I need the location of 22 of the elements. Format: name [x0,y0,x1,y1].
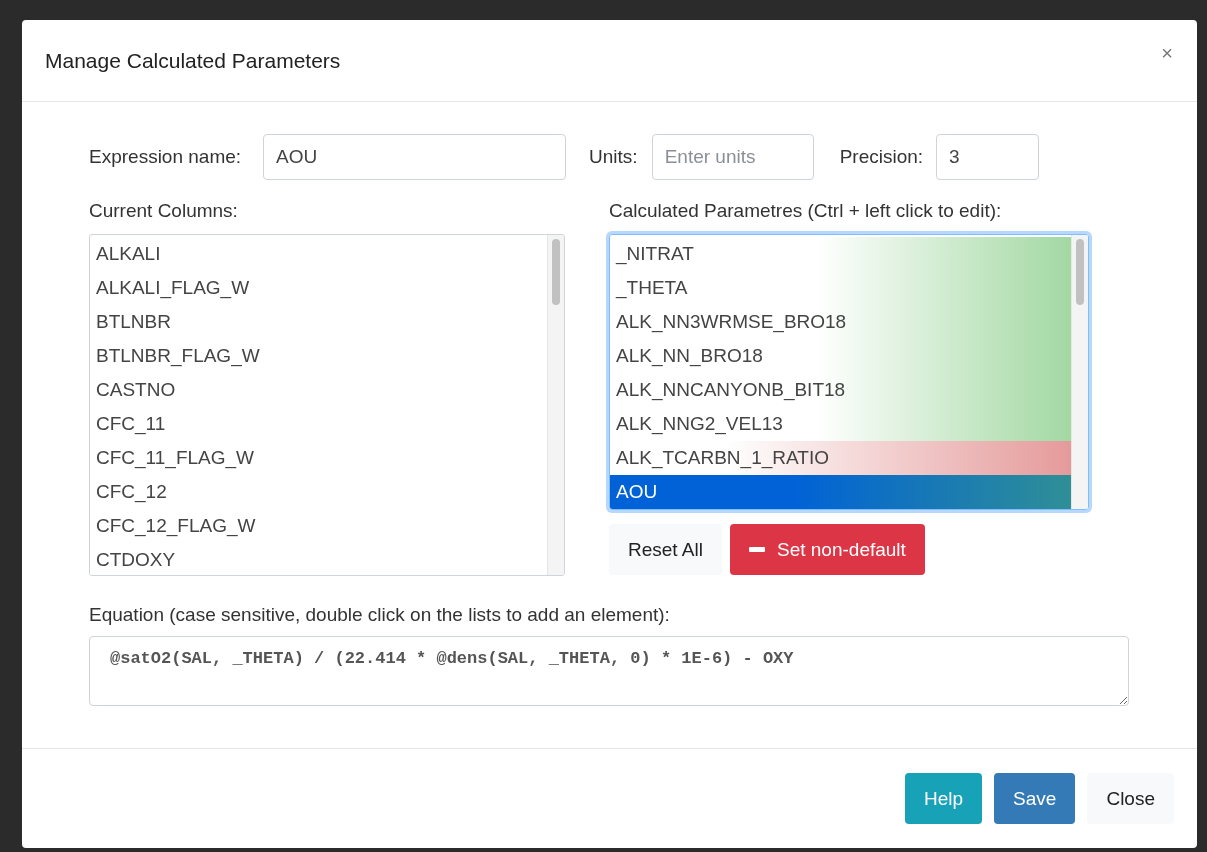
scrollbar[interactable] [1071,235,1088,509]
equation-field[interactable]: @satO2(SAL, _THETA) / (22.414 * @dens(SAL, _THETA, 0) * 1E-6) - OXY [89,636,1129,706]
list-label: Calculated Parametres (Ctrl + left click to edit): [609,200,1003,222]
field-label: Expression name: [89,146,242,168]
units-field[interactable]: Enter units [651,134,814,180]
close-button[interactable]: × [1161,42,1173,65]
list-item[interactable]: AOU [610,475,1071,509]
columns-list[interactable]: ALKALI ALKALI_FLAG_W BTLNBR BTLNBR_FLAG_W CASTNO CFC_11 CFC_11_FLAG_W CFC_12 CFC_12_FLAG_W CTDOXY [89,234,565,576]
equation-label: Equation (case sensitive, double click on the lists to add an element): [89,604,671,626]
footer-button[interactable]: Save [994,773,1076,824]
reset-all-button[interactable]: Reset All [609,524,722,575]
set-non-default-button[interactable]: Set non-default [730,524,925,575]
precision-field[interactable]: 3 [936,134,1040,180]
minus-icon [749,547,765,552]
scrollbar[interactable] [547,235,564,575]
parameters-list[interactable]: _NITRAT _THETA ALK_NN3WRMSE_BRO18 ALK_NN_BRO18 ALK_NNCANYONB_BIT18 ALK_NNG2_VEL13 ALK_TCARBN_1_RATIO AOU [609,234,1089,510]
expression-name-field[interactable]: AOU [263,134,567,180]
list-label: Current Columns: [89,200,239,222]
footer-button[interactable]: Close [1087,773,1174,824]
dialog-title: Manage Calculated Parameters [45,48,341,73]
field-label: Precision: [839,146,924,168]
field-label: Units: [589,146,638,168]
